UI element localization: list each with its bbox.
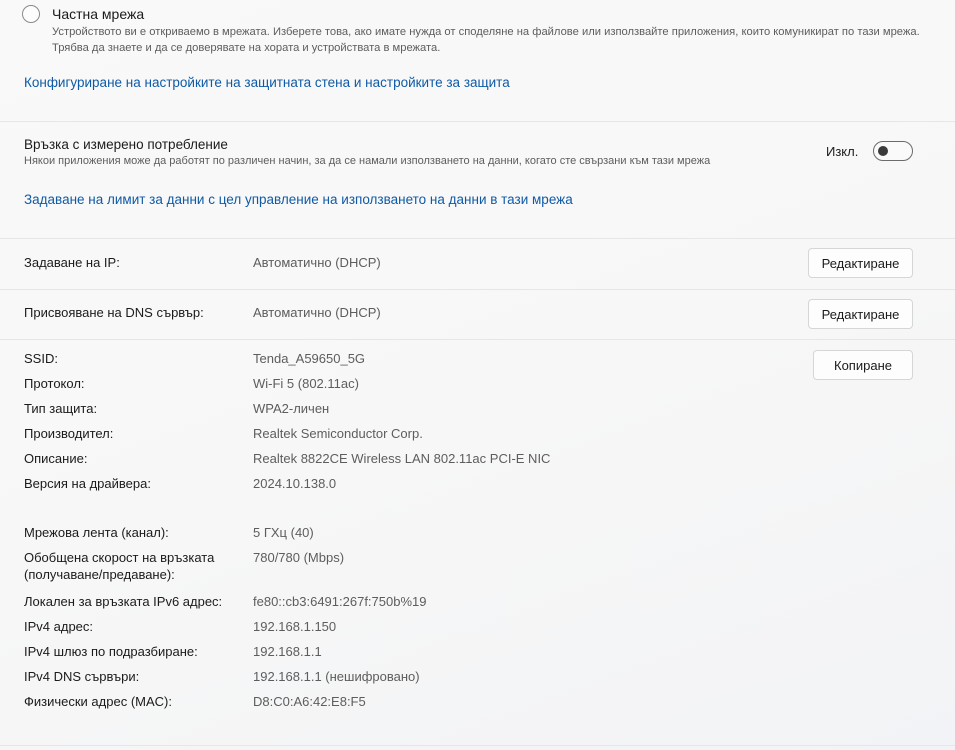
private-network-option[interactable]: Частна мрежа Устройството ви е откриваем…	[22, 4, 932, 54]
property-value: Tenda_A59650_5G	[253, 351, 366, 366]
divider	[0, 339, 955, 340]
property-key: SSID:	[24, 351, 58, 366]
property-value: D8:C0:A6:42:E8:F5	[253, 694, 366, 709]
property-key: IPv4 шлюз по подразбиране:	[24, 644, 198, 659]
toggle-knob	[878, 146, 888, 156]
property-value: Realtek Semiconductor Corp.	[253, 426, 423, 441]
private-network-title: Частна мрежа	[52, 6, 145, 22]
metered-connection-description: Някои приложения може да работят по разл…	[24, 155, 711, 167]
private-network-radio[interactable]	[22, 5, 40, 23]
divider	[0, 238, 955, 239]
property-key: IPv4 адрес:	[24, 619, 94, 634]
divider	[0, 121, 955, 122]
property-key: Тип защита:	[24, 401, 98, 416]
dns-assignment-label: Присвояване на DNS сървър:	[24, 305, 204, 320]
property-value: Wi-Fi 5 (802.11ac)	[253, 376, 359, 391]
property-key: Версия на драйвера:	[24, 476, 151, 491]
property-key: Локален за връзката IPv6 адрес:	[24, 594, 223, 609]
property-value: WPA2-личен	[253, 401, 330, 416]
divider	[0, 289, 955, 290]
property-value: 5 ГХц (40)	[253, 525, 314, 540]
metered-connection-title: Връзка с измерено потребление	[24, 137, 228, 152]
private-network-description: Устройството ви е откриваемо в мрежата. …	[52, 26, 920, 54]
property-key: Описание:	[24, 451, 88, 466]
property-value: fe80::cb3:6491:267f:750b%19	[253, 594, 427, 609]
dns-assignment-value: Автоматично (DHCP)	[253, 305, 381, 320]
property-key: IPv4 DNS сървъри:	[24, 669, 140, 684]
property-value: 2024.10.138.0	[253, 476, 337, 491]
metered-connection-toggle[interactable]	[873, 141, 913, 161]
metered-toggle-state: Изкл.	[826, 144, 859, 159]
ip-assignment-label: Задаване на IP:	[24, 255, 120, 270]
data-limit-link[interactable]: Задаване на лимит за данни с цел управле…	[24, 192, 573, 207]
property-key: Обобщена скорост на връзката (получаване…	[24, 550, 215, 582]
property-value: Realtek 8822CE Wireless LAN 802.11ac PCI…	[253, 451, 551, 466]
property-key: Мрежова лента (канал):	[24, 525, 169, 540]
property-key: Производител:	[24, 426, 114, 441]
divider	[0, 745, 955, 746]
edit-dns-button[interactable]: Редактиране	[808, 299, 913, 329]
copy-button[interactable]: Копиране	[813, 350, 913, 380]
firewall-settings-link[interactable]: Конфигуриране на настройките на защитнат…	[24, 75, 510, 90]
property-key: Физически адрес (MAC):	[24, 694, 172, 709]
property-value: 192.168.1.1	[253, 644, 322, 659]
property-value: 192.168.1.150	[253, 619, 337, 634]
property-key: Протокол:	[24, 376, 85, 391]
edit-ip-button[interactable]: Редактиране	[808, 248, 913, 278]
property-value: 192.168.1.1 (нешифровано)	[253, 669, 420, 684]
ip-assignment-value: Автоматично (DHCP)	[253, 255, 381, 270]
property-value: 780/780 (Mbps)	[253, 550, 345, 565]
